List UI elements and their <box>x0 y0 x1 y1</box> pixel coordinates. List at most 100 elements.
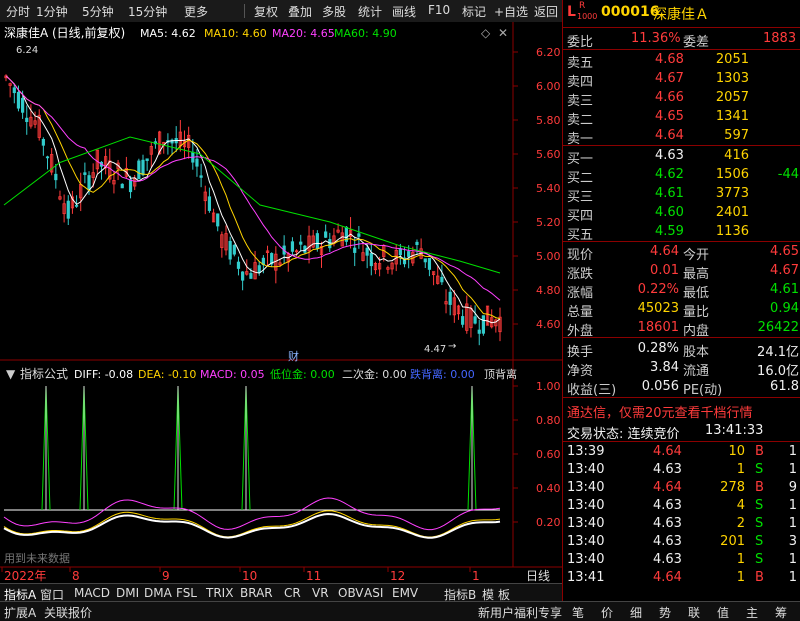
price-tick-label: 6.20 <box>536 46 561 59</box>
second-gold-label: 二次金: 0.00 <box>342 367 407 381</box>
toolbar-5min-button[interactable]: 5分钟 <box>82 3 114 20</box>
price-tick-label: 4.80 <box>536 284 561 297</box>
quote-detail-tab[interactable]: 笔 <box>572 604 584 621</box>
dea-label: DEA: -0.10 <box>138 368 196 381</box>
toolbar-overlay-button[interactable]: 叠加 <box>288 3 312 20</box>
finance-marker-icon[interactable]: 财 <box>288 349 299 363</box>
weicha-value: 1883 <box>763 31 797 46</box>
tick-row: 13:41 4.64 1 B 1 <box>567 570 797 585</box>
quote-detail-tab[interactable]: 筹 <box>775 604 787 621</box>
date-label: 2022年 <box>4 569 47 583</box>
indicator-tab[interactable]: BRAR <box>240 586 273 600</box>
trade-status-row: 交易状态: 连续竞价 13:41:33 <box>567 423 764 442</box>
tick-row: 13:40 4.63 4 S 1 <box>567 498 797 513</box>
indicator-tab[interactable]: DMA <box>144 586 172 600</box>
quote-detail-tab[interactable]: 价 <box>601 604 613 621</box>
quote-stat-row: 收益(三) 0.056 PE(动) 61.8 <box>567 379 799 398</box>
indicator-tick-label: 0.80 <box>536 414 561 427</box>
kline-chart[interactable]: 深康佳A (日线,前复权) MA5: 4.62 MA10: 4.60 MA20:… <box>0 22 562 583</box>
low-gold-label: 低位金: 0.00 <box>270 367 335 381</box>
indicator-tick-label: 0.60 <box>536 448 561 461</box>
quote-stat-row: 现价 4.64 今开 4.65 <box>567 244 799 263</box>
chart-toolbar: 分时 1分钟 5分钟 15分钟 更多 复权 叠加 多股 统计 画线 F10 标记… <box>0 0 562 23</box>
bottom-tab[interactable]: 关联报价 <box>44 604 92 621</box>
stock-title: 深康佳A <box>4 25 49 40</box>
quote-detail-tab[interactable]: 势 <box>659 604 671 621</box>
indicator-tab[interactable]: ASI <box>364 586 383 600</box>
buy-order-row: 买三 4.61 3773 <box>567 186 749 205</box>
stock-name: 深康佳Ａ <box>653 7 709 23</box>
badge-num: 1000 <box>577 12 598 21</box>
indicator-tab[interactable]: VR <box>312 586 329 600</box>
price-tick-label: 5.40 <box>536 182 561 195</box>
indicator-tab[interactable]: MACD <box>74 586 110 600</box>
quote-stat-row: 净资 3.84 流通 16.0亿 <box>567 360 799 379</box>
indicator-tab[interactable]: DMI <box>116 586 139 600</box>
indicator-name[interactable]: 指标公式 <box>20 366 68 381</box>
quote-detail-tab[interactable]: 主 <box>746 604 758 621</box>
indicator-tab[interactable]: OBV <box>338 586 364 600</box>
indicator-tab[interactable]: EMV <box>392 586 418 600</box>
bottom-tabs: 扩展A 关联报价 新用户福利专享笔价细势联值主筹 <box>0 601 800 621</box>
toolbar-f10-button[interactable]: F10 <box>428 3 450 17</box>
indicator-tab[interactable]: TRIX <box>206 586 233 600</box>
buy-order-row: 买四 4.60 2401 <box>567 205 749 224</box>
sell-order-row: 卖四 4.67 1303 <box>567 71 749 90</box>
toolbar-add-favorite-button[interactable]: +自选 <box>494 3 528 20</box>
quote-detail-tab[interactable]: 细 <box>630 604 642 621</box>
period-label[interactable]: 日线 <box>526 569 550 583</box>
macd-label: MACD: 0.05 <box>200 368 265 381</box>
date-label: 1 <box>472 569 480 583</box>
quote-stat-row: 外盘 18601 内盘 26422 <box>567 320 799 339</box>
settings-icon[interactable]: ◇ <box>481 26 491 40</box>
tick-row: 13:40 4.63 2 S 1 <box>567 516 797 531</box>
tick-row: 13:40 4.63 1 S 1 <box>567 552 797 567</box>
price-tick-label: 4.60 <box>536 318 561 331</box>
high-price-label: 6.24 <box>16 45 38 56</box>
price-tick-label: 5.60 <box>536 148 561 161</box>
toolbar-1min-button[interactable]: 1分钟 <box>36 3 68 20</box>
toolbar-15min-button[interactable]: 15分钟 <box>128 3 167 20</box>
weibi-row: 委比 11.36% 委差 1883 <box>567 31 797 50</box>
quote-stat-row: 涨跌 0.01 最高 4.67 <box>567 263 799 282</box>
bottom-tab[interactable]: 扩展A <box>4 604 36 621</box>
indicator-tick-label: 1.00 <box>536 380 561 393</box>
stock-code: 000016 <box>601 4 660 20</box>
future-data-note: 用到未来数据 <box>4 551 70 565</box>
indicator-toggle-icon[interactable]: ▼ <box>6 367 16 381</box>
promo-banner[interactable]: 通达信，仅需20元查看千档行情 <box>563 401 800 421</box>
toolbar-stats-button[interactable]: 统计 <box>358 3 382 20</box>
divergence-label: 跌背离: 0.00 <box>410 367 475 381</box>
toolbar-multi-stock-button[interactable]: 多股 <box>322 3 346 20</box>
quote-detail-tab[interactable]: 值 <box>717 604 729 621</box>
toolbar-mark-button[interactable]: 标记 <box>462 3 486 20</box>
price-tick-label: 5.00 <box>536 250 561 263</box>
quote-detail-tab[interactable]: 联 <box>688 604 700 621</box>
toolbar-more-button[interactable]: 更多 <box>184 3 208 20</box>
price-tick-label: 5.20 <box>536 216 561 229</box>
indicator-tab[interactable]: CR <box>284 586 301 600</box>
sell-order-row: 卖五 4.68 2051 <box>567 52 749 71</box>
indicator-tick-label: 0.20 <box>536 516 561 529</box>
badge-l: L <box>567 4 576 20</box>
toolbar-back-button[interactable]: 返回 <box>534 3 558 20</box>
bottom-tab[interactable]: 新用户福利专享 <box>478 604 562 621</box>
indicator-tab[interactable]: FSL <box>176 586 197 600</box>
toolbar-draw-button[interactable]: 画线 <box>392 3 416 20</box>
tick-row: 13:40 4.64 278 B 9 <box>567 480 797 495</box>
toolbar-minute-button[interactable]: 分时 <box>6 3 30 20</box>
quote-panel: L R 1000 000016 深康佳Ａ 委比 11.36% 委差 1883 卖… <box>562 0 800 620</box>
toolbar-adjust-button[interactable]: 复权 <box>254 3 278 20</box>
date-label: 10 <box>242 569 257 583</box>
buy-order-row: 买一 4.63 416 <box>567 148 749 167</box>
quote-stat-row: 涨幅 0.22% 最低 4.61 <box>567 282 799 301</box>
close-icon[interactable]: ✕ <box>498 26 508 40</box>
ma20-label: MA20: 4.65 <box>272 27 335 40</box>
indicator-tick-label: 0.40 <box>536 482 561 495</box>
price-tick-label: 5.80 <box>536 114 561 127</box>
tick-row: 13:39 4.64 10 B 1 <box>567 444 797 459</box>
sell-order-row: 卖二 4.65 1341 <box>567 109 749 128</box>
weibi-value: 11.36% <box>631 31 681 46</box>
quote-stat-row: 总量 45023 量比 0.94 <box>567 301 799 320</box>
date-label: 12 <box>390 569 405 583</box>
